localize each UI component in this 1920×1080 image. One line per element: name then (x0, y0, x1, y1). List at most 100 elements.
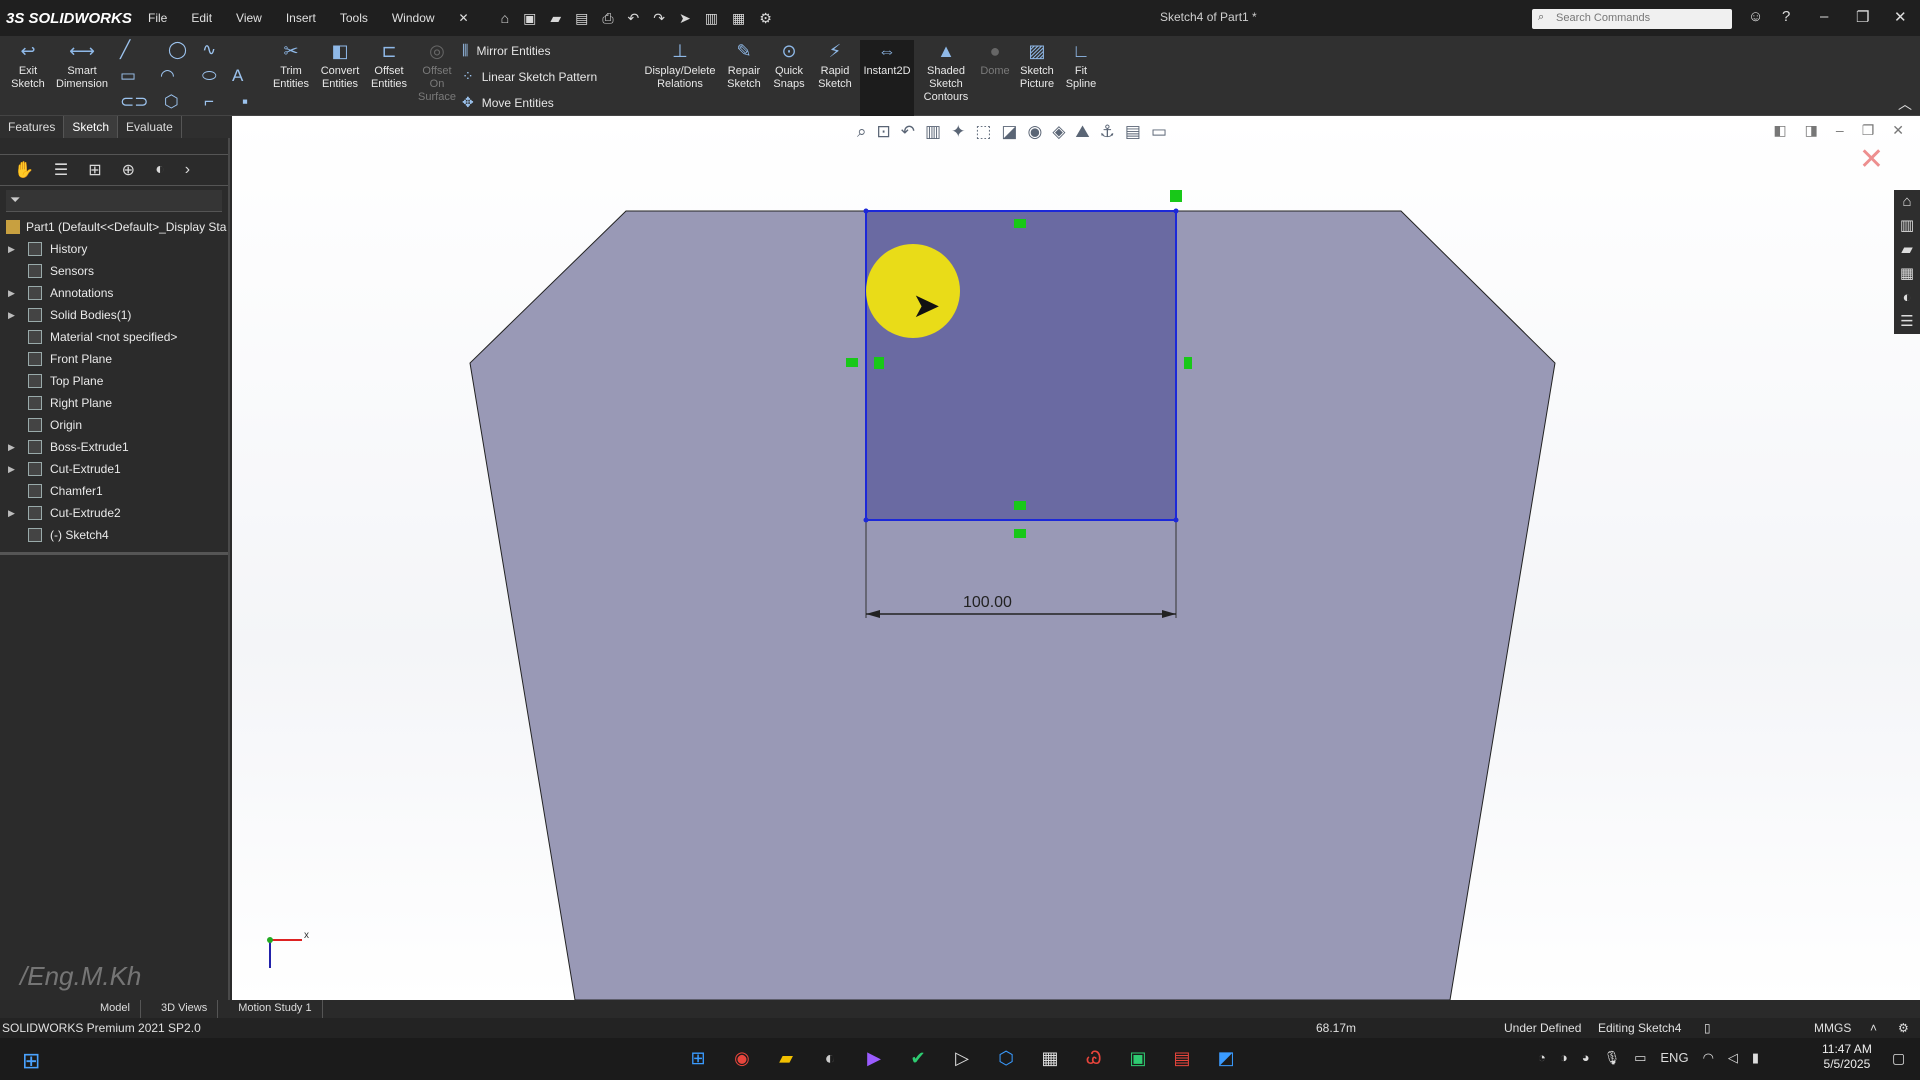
save-view-icon[interactable]: ▤ (1125, 122, 1141, 142)
tray-icon-1[interactable]: ◔ (1538, 1050, 1546, 1066)
relation-horizontal-bottom[interactable] (1014, 501, 1026, 510)
app-icon-6[interactable]: ▤ (1168, 1044, 1196, 1072)
relation-horizontal-top[interactable] (1014, 219, 1026, 228)
expand-icon[interactable]: ▶ (8, 436, 15, 458)
line-icon[interactable]: ╱ (120, 40, 130, 60)
tree-item-annotations[interactable]: ▶ Annotations (0, 282, 228, 304)
relation-horizontal-below[interactable] (1014, 529, 1026, 538)
app-icon-1[interactable]: ◐ (816, 1044, 844, 1072)
media-player-icon[interactable]: ▷ (948, 1044, 976, 1072)
select-icon[interactable]: ➤ (679, 10, 691, 27)
feature-manager-icon[interactable]: ✋ (14, 160, 34, 180)
tile-icon[interactable]: ◨ (1805, 122, 1818, 139)
app-icon-3[interactable]: ✔ (904, 1044, 932, 1072)
expand-icon[interactable]: ▶ (8, 238, 15, 260)
view-orientation-icon[interactable]: ⬚ (975, 122, 991, 142)
tree-item-material[interactable]: Material <not specified> (0, 326, 228, 348)
tree-item-history[interactable]: ▶ History (0, 238, 228, 260)
notifications-icon[interactable]: ▢ (1892, 1050, 1905, 1067)
relation-vertical-right[interactable] (1184, 357, 1192, 369)
relation-fix-corner[interactable] (1170, 190, 1182, 202)
minimize-icon[interactable]: – (1820, 8, 1828, 25)
tree-item-top-plane[interactable]: Top Plane (0, 370, 228, 392)
wifi-icon[interactable]: ◠ (1703, 1050, 1714, 1066)
tree-item-solid-bodies[interactable]: ▶ Solid Bodies(1) (0, 304, 228, 326)
viewport-restore-icon[interactable]: ❐ (1862, 122, 1875, 139)
tab-model[interactable]: Model (100, 1000, 141, 1018)
pin-icon[interactable]: ✕ (447, 11, 481, 25)
arc-icon[interactable]: ◠ (160, 66, 175, 86)
zoom-to-fit-icon[interactable]: ⌕ (857, 122, 867, 142)
home-icon[interactable]: ⌂ (501, 10, 509, 27)
tree-item-sensors[interactable]: Sensors (0, 260, 228, 282)
tab-evaluate[interactable]: Evaluate (118, 116, 182, 138)
exit-sketch-button[interactable]: ↩ Exit Sketch (6, 40, 50, 91)
menu-view[interactable]: View (224, 11, 274, 25)
clock[interactable]: 11:47 AM 5/5/2025 (1822, 1042, 1872, 1072)
viewport-minimize-icon[interactable]: – (1836, 122, 1844, 139)
slot-icon[interactable]: ⊂⊃ (120, 92, 149, 112)
menu-insert[interactable]: Insert (274, 11, 328, 25)
tab-features[interactable]: Features (0, 116, 65, 138)
repair-sketch-button[interactable]: ✎ Repair Sketch (724, 40, 764, 91)
tray-icon-3[interactable]: ◕ (1582, 1050, 1590, 1066)
tree-item-right-plane[interactable]: Right Plane (0, 392, 228, 414)
start-menu-icon[interactable]: ⊞ (684, 1044, 712, 1072)
relation-horizontal-left[interactable] (846, 358, 858, 367)
display-style-icon[interactable]: ◪ (1001, 122, 1017, 142)
sketch-point-tr[interactable] (1173, 208, 1179, 214)
previous-view-icon[interactable]: ↶ (901, 122, 915, 142)
app-icon-5[interactable]: ▣ (1124, 1044, 1152, 1072)
view-palette-icon[interactable]: ▦ (1894, 262, 1920, 286)
graphics-area[interactable]: 100.00 x ➤ ⌕ ⊡ ↶ ▥ ✦ ⬚ ◪ ◉ ◈ ⛰ ⚓ ▤ ▭ ◧ ◨… (232, 116, 1920, 1000)
windows-start-icon[interactable]: ⊞ (22, 1048, 40, 1074)
display-delete-relations-button[interactable]: ⊥ Display/Delete Relations (640, 40, 720, 91)
dimxpert-icon[interactable]: ⊕ (122, 160, 135, 180)
app-icon-2[interactable]: ▶ (860, 1044, 888, 1072)
file-explorer-icon[interactable]: ▰ (1894, 238, 1920, 262)
monitor-icon[interactable]: ▭ (1151, 122, 1167, 142)
display-manager-icon[interactable]: ◐ (155, 161, 165, 179)
save-icon[interactable]: ▤ (575, 10, 588, 27)
volume-icon[interactable]: ◁ (1728, 1050, 1738, 1066)
design-library-icon[interactable]: ▥ (1894, 214, 1920, 238)
relation-vertical-left[interactable] (874, 357, 884, 369)
rectangle-icon[interactable]: ▭ (120, 66, 136, 86)
custom-properties-icon[interactable]: ☰ (1894, 310, 1920, 334)
options-gear-icon[interactable]: ⚙ (759, 10, 772, 27)
rebuild-icon[interactable]: ▥ (705, 10, 718, 27)
quick-snaps-button[interactable]: ⊙ Quick Snaps (770, 40, 808, 91)
print-icon[interactable]: ⎙ (602, 10, 613, 27)
instant2d-button[interactable]: ⇔ Instant2D (860, 40, 914, 116)
edit-appearance-icon[interactable]: ◈ (1052, 122, 1065, 142)
move-entities-button[interactable]: ✥ Move Entities (462, 94, 554, 111)
fillet-icon[interactable]: ⌐ (204, 92, 214, 112)
tray-icon-2[interactable]: ◑ (1560, 1050, 1568, 1066)
menu-file[interactable]: File (136, 11, 179, 25)
restore-icon[interactable]: ❐ (1856, 8, 1869, 26)
close-icon[interactable]: ✕ (1894, 8, 1907, 26)
file-properties-icon[interactable]: ▦ (732, 10, 745, 27)
tree-item-cut-extrude2[interactable]: ▶ Cut-Extrude2 (0, 502, 228, 524)
help-icon[interactable]: ? (1782, 8, 1790, 25)
panel-divider[interactable] (0, 552, 228, 555)
dimension-value[interactable]: 100.00 (963, 594, 1012, 612)
confirmation-corner-cancel-icon[interactable]: ✕ (1859, 142, 1884, 177)
sketch-picture-button[interactable]: ▨ Sketch Picture (1014, 40, 1060, 91)
search-commands-input[interactable]: ⌕ Search Commands (1532, 9, 1732, 29)
expand-arrow-icon[interactable]: › (185, 161, 190, 179)
microphone-icon[interactable]: 🎙 (1604, 1050, 1621, 1066)
expand-icon[interactable]: ▶ (8, 282, 15, 304)
convert-entities-button[interactable]: ◧ Convert Entities (316, 40, 364, 91)
file-explorer-taskbar-icon[interactable]: ▰ (772, 1044, 800, 1072)
dynamic-annotation-icon[interactable]: ✦ (951, 122, 965, 142)
menu-window[interactable]: Window (380, 11, 447, 25)
customize-icon[interactable]: ⚙ (1898, 1021, 1909, 1035)
rebuild-indicator-icon[interactable]: ▯ (1704, 1021, 1711, 1035)
shaded-sketch-contours-button[interactable]: ▲ Shaded Sketch Contours (916, 40, 976, 104)
tree-item-chamfer1[interactable]: Chamfer1 (0, 480, 228, 502)
tree-filter[interactable]: ⏷ (6, 190, 222, 212)
collapse-chevron-icon[interactable]: ︿ (1898, 94, 1912, 114)
battery-icon[interactable]: ▮ (1752, 1050, 1759, 1066)
fit-spline-button[interactable]: ∟ Fit Spline (1062, 40, 1100, 91)
